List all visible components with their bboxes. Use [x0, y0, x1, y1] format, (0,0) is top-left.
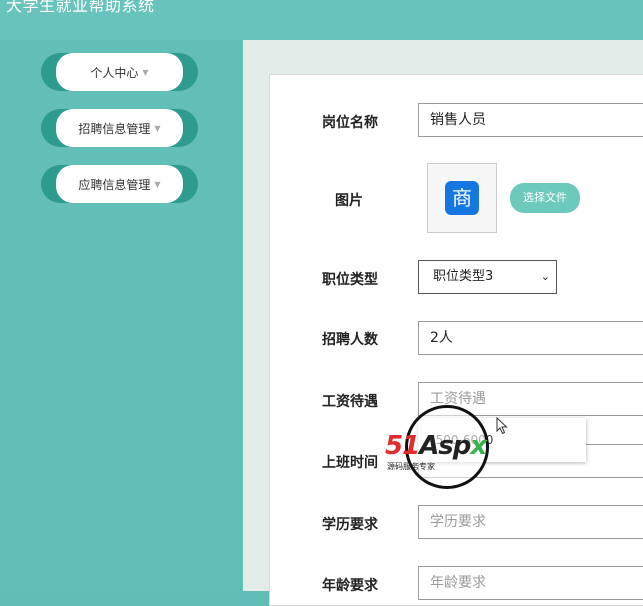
chevron-down-icon: ▼ — [154, 179, 161, 189]
image-label: 图片 — [335, 193, 363, 209]
sidebar-item-application-info[interactable]: 应聘信息管理 ▼ — [41, 165, 198, 203]
choose-file-button[interactable]: 选择文件 — [510, 183, 580, 213]
job-type-label: 职位类型 — [322, 272, 378, 288]
watermark-logo: 51Aspx 源码服务专家 — [385, 405, 510, 493]
sidebar-item-personal-center-inner[interactable]: 个人中心 ▼ — [56, 53, 183, 91]
sidebar-item-label: 个人中心 — [90, 65, 139, 80]
chevron-down-icon: ▼ — [142, 67, 149, 77]
sidebar-item-label: 应聘信息管理 — [78, 177, 151, 192]
headcount-label: 招聘人数 — [322, 332, 378, 348]
top-bar: 大学生就业帮助系统 — [0, 0, 643, 40]
sidebar-item-recruitment-info[interactable]: 招聘信息管理 ▼ — [41, 109, 198, 147]
job-name-label: 岗位名称 — [322, 115, 378, 131]
sidebar-item-application-info-inner[interactable]: 应聘信息管理 ▼ — [56, 165, 183, 203]
salary-label: 工资待遇 — [322, 394, 378, 410]
sidebar-item-personal-center[interactable]: 个人中心 ▼ — [41, 53, 198, 91]
chevron-down-icon: ▼ — [154, 123, 161, 133]
education-label: 学历要求 — [322, 517, 378, 533]
age-input[interactable]: 年龄要求 — [418, 566, 643, 600]
sidebar-item-recruitment-info-inner[interactable]: 招聘信息管理 ▼ — [56, 109, 183, 147]
watermark-subtitle: 源码服务专家 — [387, 462, 435, 471]
chevron-down-icon: ⌄ — [540, 270, 550, 283]
headcount-input[interactable]: 2人 — [418, 321, 643, 355]
job-name-input[interactable]: 销售人员 — [418, 103, 643, 137]
work-time-label: 上班时间 — [322, 455, 378, 471]
app-title: 大学生就业帮助系统 — [6, 0, 155, 15]
education-input[interactable]: 学历要求 — [418, 505, 643, 539]
image-preview[interactable]: 商 — [427, 163, 497, 233]
sidebar-item-label: 招聘信息管理 — [78, 121, 151, 136]
job-type-selected: 职位类型3 — [433, 269, 494, 284]
watermark-text: 51Aspx — [385, 431, 487, 461]
age-label: 年龄要求 — [322, 578, 378, 594]
shop-icon: 商 — [445, 181, 479, 215]
job-type-select[interactable]: 职位类型3 ⌄ — [418, 260, 557, 294]
